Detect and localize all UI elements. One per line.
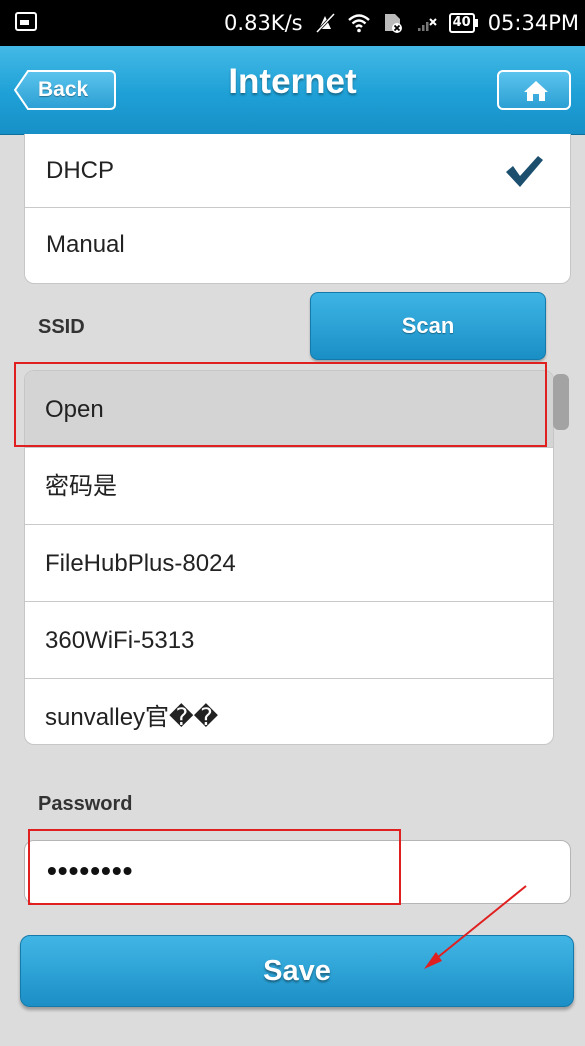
ssid-list-scrollbar[interactable] [553, 374, 569, 430]
scan-button[interactable]: Scan [310, 292, 546, 360]
home-icon [524, 81, 548, 101]
annotation-box-password [28, 829, 401, 905]
password-label: Password [38, 793, 133, 815]
wifi-icon [347, 14, 370, 33]
annotation-box-ssid [14, 362, 547, 447]
battery-level: 40 [448, 13, 475, 33]
clock: 05:34PM [487, 11, 579, 35]
sim-error-icon [384, 14, 402, 33]
save-button[interactable]: Save [20, 935, 574, 1007]
ip-mode-manual[interactable]: Manual [25, 208, 570, 282]
ip-mode-dhcp[interactable]: DHCP [25, 134, 570, 208]
net-speed: 0.83K/s [224, 11, 303, 35]
ip-mode-label: Manual [46, 231, 125, 258]
checkmark-icon [506, 156, 543, 187]
ssid-item[interactable]: FileHubPlus-8024 [25, 525, 553, 602]
ip-mode-list: DHCP Manual [24, 134, 571, 284]
screenshot-notification-icon [15, 12, 37, 31]
signal-no-service-icon [417, 18, 437, 31]
notifications-muted-icon [315, 12, 335, 34]
title-bar: Back Internet [0, 46, 585, 135]
ip-mode-label: DHCP [46, 157, 115, 184]
battery-icon: 40 [448, 13, 478, 33]
status-bar: 0.83K/s 40 05:34PM [0, 0, 585, 46]
ssid-item[interactable]: sunvalley官�� [25, 679, 553, 744]
ssid-item[interactable]: 密码是 [25, 448, 553, 525]
ssid-item[interactable]: 360WiFi-5313 [25, 602, 553, 679]
ssid-label: SSID [38, 316, 85, 338]
home-button[interactable] [497, 70, 571, 110]
